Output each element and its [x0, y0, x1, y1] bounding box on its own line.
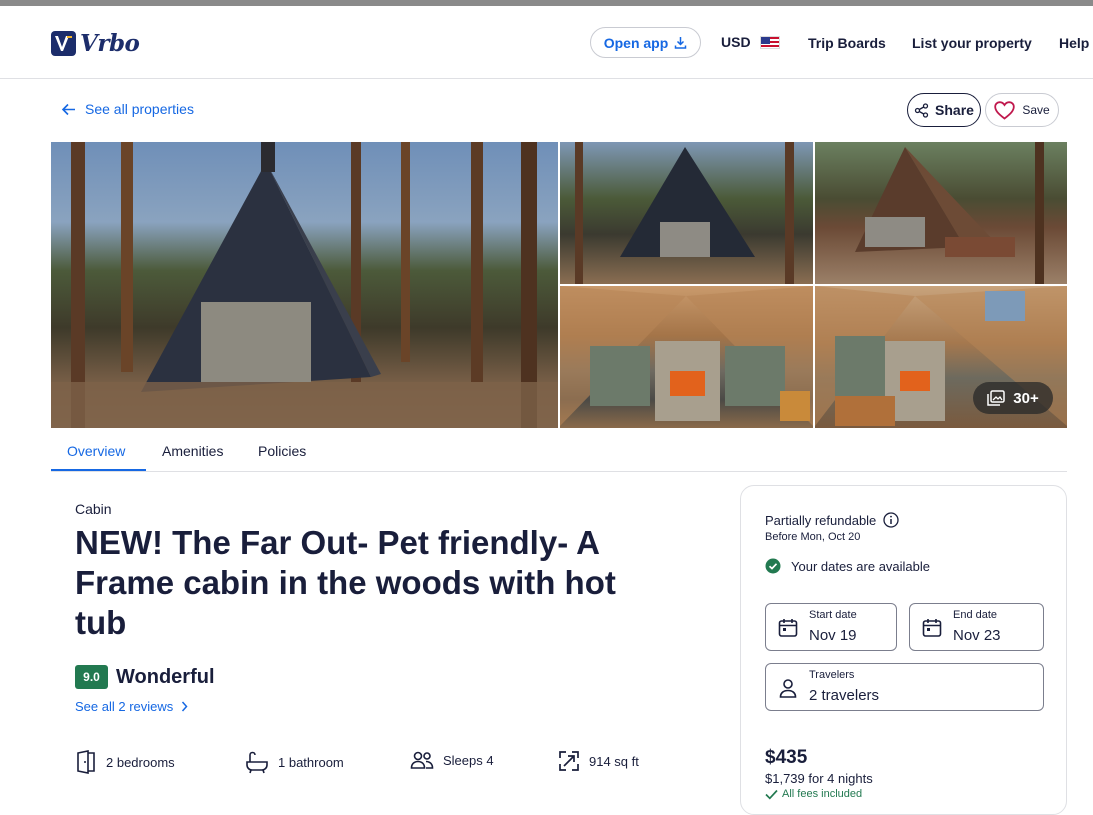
vrbo-logo[interactable]: Vrbo — [51, 30, 140, 57]
end-date-label: End date — [953, 609, 998, 621]
start-date-value: Nov 19 — [809, 627, 857, 644]
property-type: Cabin — [75, 501, 112, 517]
currency-selector[interactable]: USD — [721, 34, 780, 50]
calendar-icon — [922, 619, 942, 637]
calendar-icon — [778, 619, 798, 637]
photo-gallery-icon — [987, 390, 1006, 406]
tab-overview[interactable]: Overview — [67, 443, 125, 459]
share-button[interactable]: Share — [907, 93, 981, 127]
see-all-reviews-link[interactable]: See all 2 reviews — [75, 699, 188, 714]
people-icon — [410, 751, 434, 769]
save-button[interactable]: Save — [985, 93, 1059, 127]
show-all-photos-button[interactable]: 30+ — [973, 382, 1053, 414]
site-header: Vrbo Open app USD Trip Boards List your … — [0, 6, 1093, 79]
property-title: NEW! The Far Out- Pet friendly- A Frame … — [75, 524, 616, 641]
trip-boards-link[interactable]: Trip Boards — [808, 35, 886, 51]
back-label: See all properties — [85, 101, 194, 117]
currency-label: USD — [721, 34, 751, 50]
save-label: Save — [1022, 103, 1050, 117]
bathrooms-fact: 1 bathroom — [245, 750, 344, 774]
bedrooms-label: 2 bedrooms — [106, 754, 175, 770]
nightly-price: $435 — [765, 747, 808, 768]
more-photos-count: 30+ — [1013, 389, 1039, 407]
gallery-photo-exterior-side[interactable] — [815, 142, 1067, 284]
tab-active-underline — [51, 469, 146, 471]
arrow-left-icon — [61, 103, 75, 115]
gallery-main-photo[interactable] — [51, 142, 558, 428]
refund-deadline: Before Mon, Oct 20 — [765, 531, 861, 543]
share-icon — [914, 102, 929, 118]
refund-title: Partially refundable — [765, 512, 877, 528]
property-tabs: Overview Amenities Policies — [51, 430, 1067, 472]
reviews-link-label: See all 2 reviews — [75, 699, 174, 714]
us-flag-icon — [759, 35, 780, 49]
share-label: Share — [935, 102, 974, 118]
fees-note: All fees included — [765, 788, 862, 800]
start-date-field[interactable]: Start date Nov 19 — [765, 603, 897, 651]
total-price: $1,739 for 4 nights — [765, 771, 873, 786]
chevron-right-icon — [182, 701, 188, 712]
gallery-photo-exterior-front[interactable] — [560, 142, 813, 284]
popular-amenities-heading-cut — [75, 790, 255, 802]
expand-area-icon — [559, 751, 579, 771]
area-label: 914 sq ft — [589, 753, 639, 769]
rating-score-badge: 9.0 — [75, 665, 108, 689]
help-link[interactable]: Help — [1059, 35, 1089, 51]
person-icon — [779, 679, 797, 698]
bathtub-icon — [246, 751, 268, 774]
heart-icon — [994, 100, 1016, 120]
list-property-link[interactable]: List your property — [912, 35, 1032, 51]
area-fact: 914 sq ft — [558, 750, 639, 772]
tab-amenities[interactable]: Amenities — [162, 443, 223, 459]
refund-policy: Partially refundable — [765, 512, 899, 528]
vrbo-logo-icon — [51, 31, 76, 56]
rating-label: Wonderful — [116, 666, 215, 688]
info-icon[interactable] — [883, 512, 899, 528]
door-icon — [77, 750, 95, 774]
open-app-button[interactable]: Open app — [590, 27, 701, 58]
bathrooms-label: 1 bathroom — [278, 754, 344, 770]
travelers-label: Travelers — [809, 669, 855, 681]
sleeps-label: Sleeps 4 — [443, 752, 494, 768]
open-app-label: Open app — [603, 34, 669, 51]
booking-card: Partially refundable Before Mon, Oct 20 … — [740, 485, 1067, 815]
travelers-value: 2 travelers — [809, 687, 880, 704]
see-all-properties-link[interactable]: See all properties — [61, 101, 194, 117]
download-icon — [675, 37, 687, 49]
tab-policies[interactable]: Policies — [258, 443, 306, 459]
end-date-value: Nov 23 — [953, 627, 1001, 644]
sleeps-fact: Sleeps 4 — [410, 750, 494, 770]
fees-label: All fees included — [782, 788, 863, 800]
bedrooms-fact: 2 bedrooms — [75, 750, 175, 774]
brand-name: Vrbo — [80, 30, 140, 57]
check-circle-icon — [765, 558, 781, 574]
start-date-label: Start date — [809, 609, 857, 621]
end-date-field[interactable]: End date Nov 23 — [909, 603, 1044, 651]
check-icon — [765, 789, 778, 800]
travelers-field[interactable]: Travelers 2 travelers — [765, 663, 1044, 711]
gallery-photo-living-room[interactable] — [560, 286, 813, 428]
availability-label: Your dates are available — [791, 558, 931, 574]
availability-status: Your dates are available — [765, 558, 930, 574]
